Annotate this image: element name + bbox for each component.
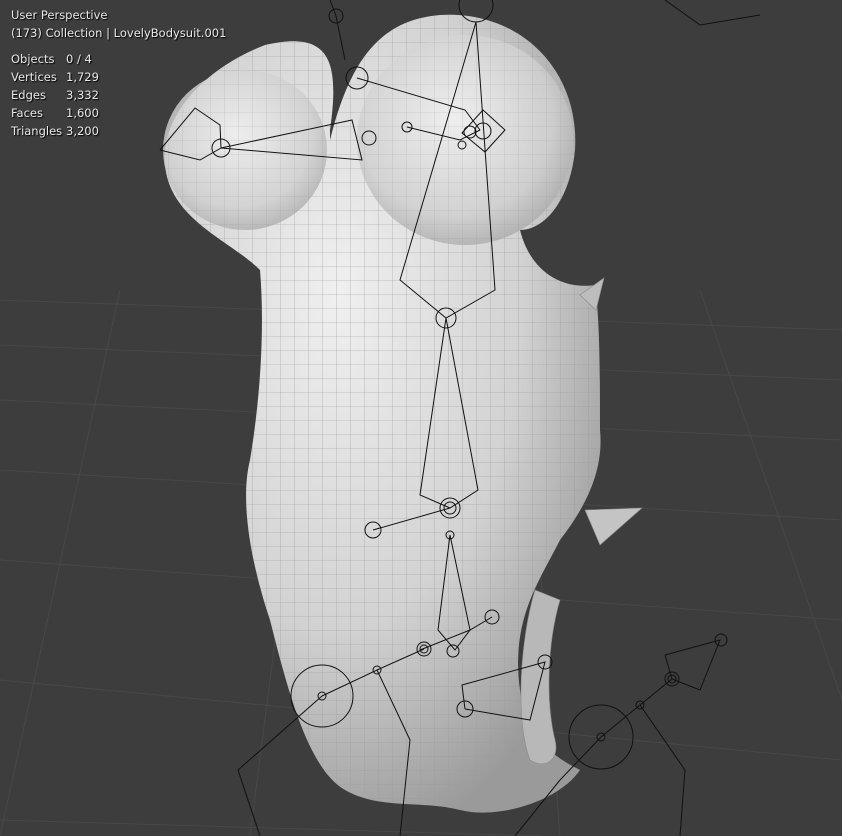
stat-label: Faces [11,106,43,120]
3d-viewport[interactable]: User Perspective (173) Collection | Love… [0,0,842,836]
stat-row-triangles: Triangles 3,200 [11,122,226,140]
stat-value: 0 / 4 [66,52,92,66]
stat-label: Objects [11,52,55,66]
stat-label: Edges [11,88,46,102]
stat-value: 1,600 [66,106,99,120]
stat-row-objects: Objects 0 / 4 [11,50,226,68]
stat-row-edges: Edges 3,332 [11,86,226,104]
stat-value: 3,332 [66,88,99,102]
viewport-info-overlay: User Perspective (173) Collection | Love… [11,6,226,140]
stat-value: 3,200 [66,124,99,138]
view-perspective-label: User Perspective [11,8,108,22]
stat-label: Triangles [11,124,63,138]
stat-row-faces: Faces 1,600 [11,104,226,122]
stat-value: 1,729 [66,70,99,84]
stat-label: Vertices [11,70,57,84]
stat-row-vertices: Vertices 1,729 [11,68,226,86]
scene-statistics: Objects 0 / 4 Vertices 1,729 Edges 3,332… [11,50,226,140]
collection-label: (173) Collection | LovelyBodysuit.001 [11,26,227,40]
